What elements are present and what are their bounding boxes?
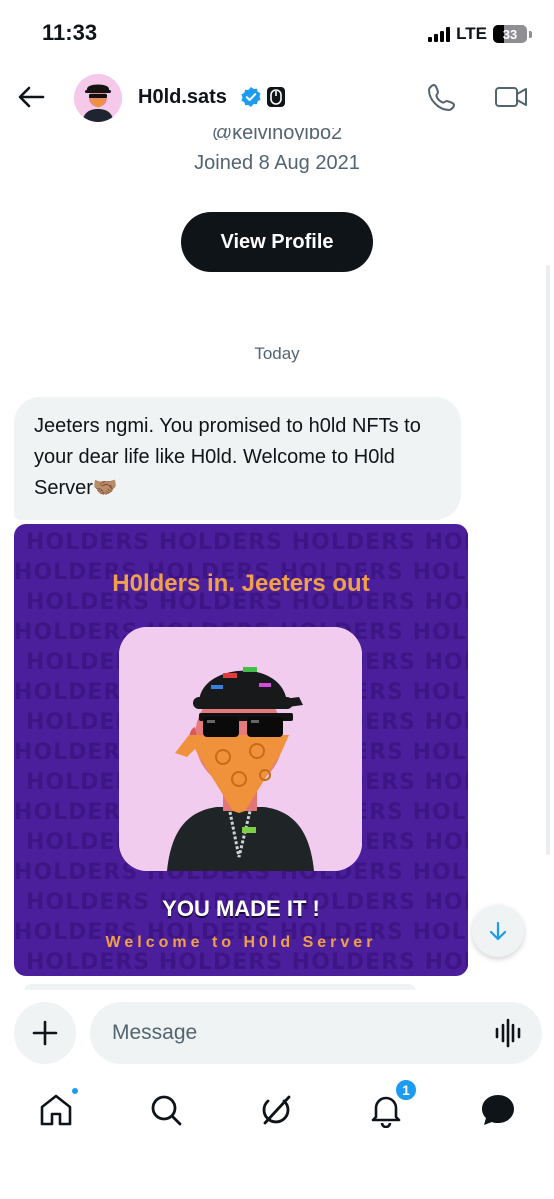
message-field[interactable] bbox=[90, 1002, 542, 1064]
card-made-it: YOU MADE IT ! bbox=[162, 896, 320, 921]
signal-icon bbox=[428, 26, 451, 42]
day-separator: Today bbox=[254, 344, 300, 363]
grok-icon bbox=[262, 1095, 291, 1125]
composer bbox=[0, 990, 554, 1076]
watermark-row: HOLDERS HOLDERS HOLDERS HOLDERS bbox=[26, 530, 468, 555]
nav-notifications[interactable]: 1 bbox=[368, 1078, 418, 1129]
home-badge-dot bbox=[70, 1086, 80, 1096]
card-welcome: Welcome to H0ld Server bbox=[105, 934, 377, 951]
search-icon bbox=[151, 1095, 182, 1126]
messages-icon bbox=[482, 1095, 514, 1125]
voice-icon[interactable] bbox=[494, 1018, 522, 1048]
home-icon bbox=[40, 1094, 72, 1126]
plus-icon bbox=[32, 1020, 58, 1046]
battery-cap bbox=[529, 30, 532, 38]
view-profile-button[interactable]: View Profile bbox=[181, 212, 373, 272]
message-input[interactable] bbox=[112, 1002, 472, 1064]
contact-name[interactable]: H0ld.sats bbox=[138, 86, 227, 109]
video-icon[interactable] bbox=[494, 83, 528, 111]
verified-icon bbox=[241, 87, 261, 107]
status-bar: 11:33 LTE 33 bbox=[0, 0, 554, 66]
bottom-navigation: 1 bbox=[0, 1078, 554, 1146]
message-image[interactable]: HOLDERS HOLDERS HOLDERS HOLDERS HOLDERS … bbox=[14, 524, 468, 976]
nft-artwork bbox=[119, 627, 362, 871]
message-bubble[interactable]: Jeeters ngmi. You promised to h0ld NFTs … bbox=[14, 397, 461, 520]
status-indicators: LTE 33 bbox=[428, 24, 532, 44]
watermark-row: HOLDERS HOLDERS HOLDERS HOLDERS bbox=[26, 950, 468, 975]
nav-messages[interactable] bbox=[480, 1092, 516, 1128]
battery-icon: 33 bbox=[493, 25, 527, 43]
conversation-header: H0ld.sats bbox=[0, 66, 554, 128]
scroll-down-button[interactable] bbox=[472, 905, 524, 957]
badge-icon bbox=[267, 87, 285, 107]
arrow-down-icon bbox=[489, 921, 507, 941]
card-headline: H0lders in. Jeeters out bbox=[112, 570, 370, 597]
status-time: 11:33 bbox=[42, 20, 98, 45]
nav-home[interactable] bbox=[38, 1086, 80, 1128]
back-arrow-icon bbox=[18, 86, 45, 108]
avatar[interactable] bbox=[74, 74, 122, 122]
back-button[interactable] bbox=[14, 80, 48, 114]
joined-date: Joined 8 Aug 2021 bbox=[194, 152, 360, 174]
nav-grok[interactable] bbox=[258, 1092, 294, 1128]
phone-icon[interactable] bbox=[426, 81, 458, 113]
battery-level: 33 bbox=[502, 26, 518, 42]
notifications-badge: 1 bbox=[394, 1078, 418, 1102]
add-attachment-button[interactable] bbox=[14, 1002, 76, 1064]
network-label: LTE bbox=[456, 24, 487, 43]
nav-search[interactable] bbox=[148, 1092, 184, 1128]
